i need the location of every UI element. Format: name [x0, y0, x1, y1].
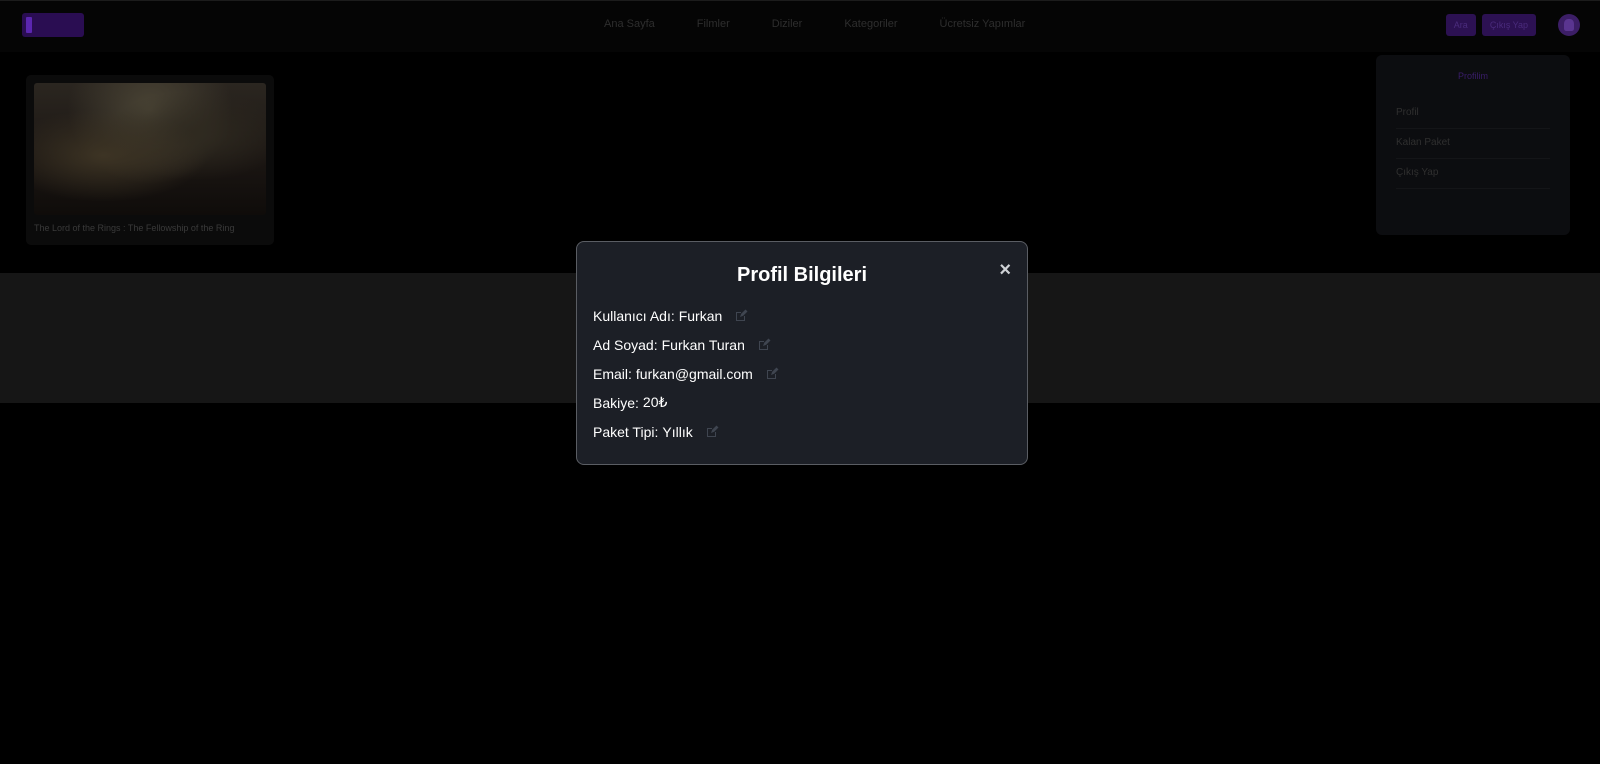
username-value: Furkan — [678, 307, 723, 324]
top-actions: Ara Çıkış Yap — [1445, 14, 1580, 36]
balance-label: Bakiye: — [593, 394, 639, 411]
package-value: Yıllık — [662, 423, 693, 440]
info-row-package: Paket Tipi: Yıllık — [593, 417, 1011, 446]
edit-icon[interactable] — [757, 338, 771, 352]
sidebar-title: Profilim — [1457, 71, 1488, 81]
edit-icon[interactable] — [734, 309, 748, 323]
nav-item-movies[interactable]: Filmler — [697, 18, 730, 30]
search-button[interactable]: Ara — [1445, 14, 1476, 36]
site-logo[interactable] — [22, 13, 84, 37]
logout-button[interactable]: Çıkış Yap — [1481, 14, 1536, 36]
info-row-fullname: Ad Soyad: Furkan Turan — [593, 330, 1011, 359]
modal-title: Profil Bilgileri — [736, 264, 868, 286]
info-row-balance: Bakiye: 20₺ — [593, 388, 1011, 417]
profile-sidebar: Profilim Profil Kalan Paket Çıkış Yap — [1376, 55, 1570, 235]
email-label: Email: — [593, 365, 632, 382]
nav-item-free[interactable]: Ücretsiz Yapımlar — [940, 18, 1026, 30]
fullname-label: Ad Soyad: — [593, 336, 658, 353]
movie-poster[interactable] — [34, 83, 266, 215]
nav-item-series[interactable]: Diziler — [772, 18, 803, 30]
movie-card[interactable]: The Lord of the Rings : The Fellowship o… — [26, 75, 274, 245]
fullname-value: Furkan Turan — [661, 336, 745, 353]
close-icon[interactable]: × — [999, 260, 1011, 280]
avatar-figure — [1564, 19, 1574, 31]
sidebar-item-logout[interactable]: Çıkış Yap — [1396, 159, 1550, 189]
nav-item-categories[interactable]: Kategoriler — [844, 18, 897, 30]
email-value: furkan@gmail.com — [635, 365, 753, 382]
logo-mark — [26, 17, 32, 33]
profile-modal: Profil Bilgileri × Kullanıcı Adı: Furkan… — [576, 241, 1028, 465]
edit-icon[interactable] — [705, 425, 719, 439]
nav-item-home[interactable]: Ana Sayfa — [604, 18, 655, 30]
edit-icon[interactable] — [765, 367, 779, 381]
sidebar-item-profile[interactable]: Profil — [1396, 99, 1550, 129]
movie-title: The Lord of the Rings : The Fellowship o… — [34, 223, 235, 233]
page: Ana Sayfa Filmler Diziler Kategoriler Üc… — [0, 0, 1600, 764]
sidebar-item-package[interactable]: Kalan Paket — [1396, 129, 1550, 159]
info-row-username: Kullanıcı Adı: Furkan — [593, 301, 1011, 330]
info-row-email: Email: furkan@gmail.com — [593, 359, 1011, 388]
balance-value: 20₺ — [642, 394, 668, 410]
user-avatar-icon[interactable] — [1558, 14, 1580, 36]
package-label: Paket Tipi: — [593, 423, 659, 440]
main-nav: Ana Sayfa Filmler Diziler Kategoriler Üc… — [604, 18, 1067, 30]
username-label: Kullanıcı Adı: — [593, 307, 675, 324]
top-navbar: Ana Sayfa Filmler Diziler Kategoriler Üc… — [0, 0, 1600, 52]
